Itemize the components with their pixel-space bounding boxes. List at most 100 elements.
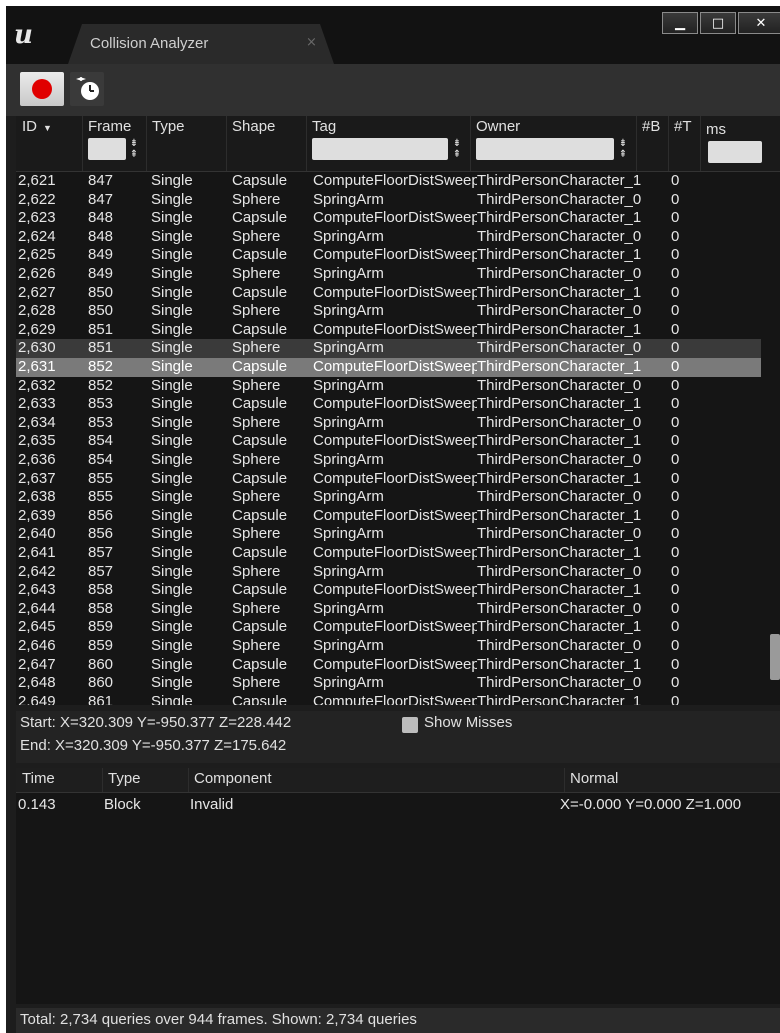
row-tag: SpringArm	[313, 376, 384, 394]
show-misses-checkbox[interactable]	[402, 717, 418, 733]
query-row[interactable]: 2,632 852 Single Sphere SpringArm ThirdPerson…	[16, 377, 761, 396]
row-type: Single	[151, 544, 193, 561]
row-shape: Sphere	[232, 302, 281, 320]
column-header-type[interactable]: Type	[146, 116, 227, 171]
maximize-button[interactable]: □	[700, 12, 736, 34]
row-frame: 853	[88, 413, 114, 431]
tag-filter-spinner-icon[interactable]: ⇟ ⇞	[452, 138, 462, 160]
query-row[interactable]: 2,642 857 Single Sphere SpringArm ThirdPerson…	[16, 563, 761, 582]
row-id: 2,629	[18, 320, 56, 338]
query-row[interactable]: 2,628 850 Single Sphere SpringArm ThirdPerson…	[16, 302, 761, 321]
row-tag: ComputeFloorDistSweep	[313, 506, 477, 524]
minimize-button[interactable]: ▁	[662, 12, 698, 34]
row-shape: Capsule	[232, 209, 288, 227]
query-row[interactable]: 2,626 849 Single Sphere SpringArm ThirdPerson…	[16, 265, 761, 284]
query-row[interactable]: 2,645 859 Single Capsule ComputeFloorDistSwe…	[16, 618, 761, 637]
query-row[interactable]: 2,648 860 Single Sphere SpringArm ThirdPerson…	[16, 674, 761, 693]
query-row[interactable]: 2,622 847 Single Sphere SpringArm ThirdPerson…	[16, 191, 761, 210]
query-row[interactable]: 2,627 850 Single Capsule ComputeFloorDistSwe…	[16, 284, 761, 303]
detail-column-time[interactable]: Time	[22, 770, 55, 787]
query-row[interactable]: 2,630 851 Single Sphere SpringArm ThirdPerson…	[16, 339, 761, 358]
row-hit-count: 0	[671, 562, 680, 580]
row-tag: ComputeFloorDistSweep	[313, 320, 477, 338]
row-shape: Capsule	[232, 395, 288, 413]
frame-filter-input[interactable]	[88, 138, 126, 160]
row-frame: 848	[88, 209, 114, 227]
query-row[interactable]: 2,621 847 Single Capsule ComputeFloorDistSwe…	[16, 172, 761, 191]
column-header-id[interactable]: ID ▼	[16, 116, 83, 171]
query-row[interactable]: 2,649 861 Single Capsule ComputeFloorDistSwe…	[16, 693, 761, 705]
row-tag: SpringArm	[313, 302, 384, 320]
row-frame: 861	[88, 692, 114, 705]
column-header-owner[interactable]: Owner ⇟ ⇞	[470, 116, 637, 171]
tag-filter-input[interactable]	[312, 138, 448, 160]
row-tag: ComputeFloorDistSweep	[313, 209, 477, 227]
query-row[interactable]: 2,643 858 Single Capsule ComputeFloorDistSwe…	[16, 581, 761, 600]
query-row[interactable]: 2,635 854 Single Capsule ComputeFloorDistSwe…	[16, 432, 761, 451]
column-header-num-t[interactable]: #T	[668, 116, 701, 171]
row-shape: Sphere	[232, 413, 281, 431]
hit-detail-row[interactable]: 0.143 Block Invalid X=-0.000 Y=0.000 Z=1…	[16, 796, 780, 816]
query-row[interactable]: 2,646 859 Single Sphere SpringArm ThirdPerson…	[16, 637, 761, 656]
query-row[interactable]: 2,634 853 Single Sphere SpringArm ThirdPerson…	[16, 414, 761, 433]
detail-column-normal[interactable]: Normal	[570, 770, 618, 787]
tab-collision-analyzer[interactable]: Collision Analyzer ×	[68, 24, 334, 64]
timer-button[interactable]	[70, 72, 104, 106]
row-tag: SpringArm	[313, 674, 384, 692]
row-id: 2,631	[18, 358, 56, 375]
query-row[interactable]: 2,629 851 Single Capsule ComputeFloorDistSwe…	[16, 321, 761, 340]
detail-column-component[interactable]: Component	[194, 770, 272, 787]
column-header-tag[interactable]: Tag ⇟ ⇞	[306, 116, 471, 171]
row-type: Single	[151, 395, 193, 413]
row-shape: Capsule	[232, 469, 288, 487]
column-header-frame[interactable]: Frame ⇟ ⇞	[82, 116, 147, 171]
query-row[interactable]: 2,640 856 Single Sphere SpringArm ThirdPerson…	[16, 525, 761, 544]
row-owner: ThirdPersonCharacter_1	[477, 358, 642, 375]
row-type: Single	[151, 339, 193, 357]
show-misses-label[interactable]: Show Misses	[424, 714, 512, 731]
toolbar	[6, 64, 780, 116]
row-frame: 853	[88, 395, 114, 413]
query-row[interactable]: 2,637 855 Single Capsule ComputeFloorDistSwe…	[16, 470, 761, 489]
close-button[interactable]: ✕	[738, 12, 780, 34]
query-row[interactable]: 2,639 856 Single Capsule ComputeFloorDistSwe…	[16, 507, 761, 526]
row-owner: ThirdPersonCharacter_1	[477, 320, 642, 338]
row-hit-count: 0	[671, 469, 680, 487]
ms-filter-input[interactable]	[708, 141, 762, 163]
detail-column-type[interactable]: Type	[108, 770, 141, 787]
row-hit-count: 0	[671, 190, 680, 208]
owner-filter-spinner-icon[interactable]: ⇟ ⇞	[618, 138, 628, 160]
query-row[interactable]: 2,647 860 Single Capsule ComputeFloorDistSwe…	[16, 656, 761, 675]
row-id: 2,630	[18, 339, 56, 357]
query-row[interactable]: 2,625 849 Single Capsule ComputeFloorDistSwe…	[16, 246, 761, 265]
row-tag: SpringArm	[313, 562, 384, 580]
owner-filter-input[interactable]	[476, 138, 614, 160]
record-button[interactable]	[20, 72, 64, 106]
query-row[interactable]: 2,623 848 Single Capsule ComputeFloorDistSwe…	[16, 209, 761, 228]
row-type: Single	[151, 265, 193, 282]
row-hit-count: 0	[671, 488, 680, 506]
frame-filter-spinner-icon[interactable]: ⇟ ⇞	[129, 138, 139, 160]
tab-close-icon[interactable]: ×	[306, 35, 317, 50]
query-row[interactable]: 2,636 854 Single Sphere SpringArm ThirdPerson…	[16, 451, 761, 470]
trace-end-text: End: X=320.309 Y=-950.377 Z=175.642	[20, 737, 287, 754]
query-row[interactable]: 2,638 855 Single Sphere SpringArm ThirdPerson…	[16, 488, 761, 507]
query-row[interactable]: 2,631 852 Single Capsule ComputeFloorDistSwe…	[16, 358, 761, 377]
column-ms-label: ms	[706, 121, 726, 138]
query-row[interactable]: 2,624 848 Single Sphere SpringArm ThirdPerson…	[16, 228, 761, 247]
column-header-num-b[interactable]: #B	[636, 116, 669, 171]
row-type: Single	[151, 358, 193, 375]
row-shape: Capsule	[232, 246, 288, 264]
column-header-shape[interactable]: Shape	[226, 116, 307, 171]
hit-normal: X=-0.000 Y=0.000 Z=1.000	[560, 796, 742, 813]
column-header-ms[interactable]: ms	[700, 116, 780, 171]
row-id: 2,642	[18, 562, 56, 580]
row-hit-count: 0	[671, 283, 680, 301]
query-row[interactable]: 2,641 857 Single Capsule ComputeFloorDistSwe…	[16, 544, 761, 563]
query-row[interactable]: 2,644 858 Single Sphere SpringArm ThirdPerson…	[16, 600, 761, 619]
query-row[interactable]: 2,633 853 Single Capsule ComputeFloorDistSwe…	[16, 395, 761, 414]
row-type: Single	[151, 320, 193, 338]
row-owner: ThirdPersonCharacter_0	[477, 599, 642, 617]
query-list-scrollbar[interactable]	[768, 172, 780, 705]
scrollbar-thumb[interactable]	[770, 634, 780, 680]
